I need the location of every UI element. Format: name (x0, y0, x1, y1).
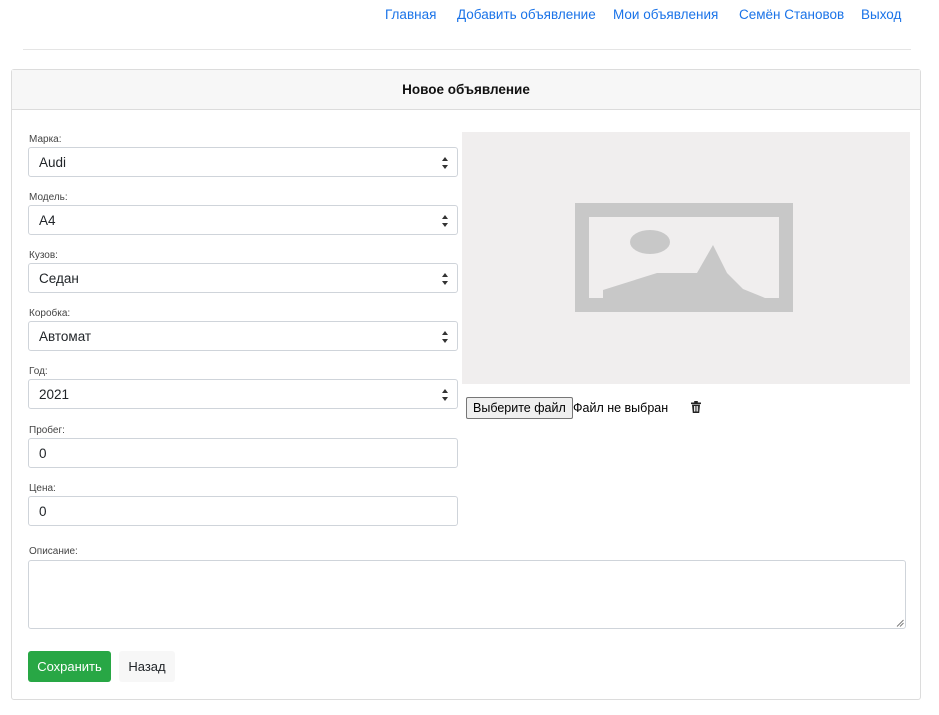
back-button[interactable]: Назад (119, 651, 175, 682)
select-arrows-icon (442, 215, 448, 227)
select-arrows-icon (442, 331, 448, 343)
file-status-text: Файл не выбран (573, 401, 669, 415)
price-value: 0 (39, 503, 47, 519)
select-arrows-icon (442, 273, 448, 285)
model-value: A4 (39, 212, 56, 228)
year-select[interactable]: 2021 (28, 379, 458, 409)
nav-my-listings-link[interactable]: Мои объявления (613, 7, 718, 22)
resize-grip-icon[interactable] (896, 619, 904, 627)
trash-icon[interactable] (690, 401, 702, 413)
brand-label: Марка: (29, 134, 62, 145)
gearbox-label: Коробка: (29, 308, 71, 319)
gearbox-value: Автомат (39, 328, 92, 344)
top-nav: Главная Добавить объявление Мои объявлен… (0, 0, 939, 30)
body-select[interactable]: Седан (28, 263, 458, 293)
brand-value: Audi (39, 154, 67, 170)
description-label: Описание: (29, 546, 78, 557)
select-arrows-icon (442, 389, 448, 401)
model-select[interactable]: A4 (28, 205, 458, 235)
price-label: Цена: (29, 483, 56, 494)
nav-divider (23, 49, 911, 50)
nav-add-listing-link[interactable]: Добавить объявление (457, 7, 596, 22)
nav-home-link[interactable]: Главная (385, 7, 436, 22)
model-label: Модель: (29, 192, 68, 203)
description-textarea[interactable] (28, 560, 906, 629)
photo-preview (462, 132, 910, 384)
brand-select[interactable]: Audi (28, 147, 458, 177)
select-arrows-icon (442, 157, 448, 169)
year-value: 2021 (39, 386, 70, 402)
body-label: Кузов: (29, 250, 58, 261)
card-title: Новое объявление (402, 82, 530, 97)
mileage-label: Пробег: (29, 425, 65, 436)
nav-logout-link[interactable]: Выход (861, 7, 901, 22)
year-label: Год: (29, 366, 48, 377)
mileage-input[interactable]: 0 (28, 438, 458, 468)
mileage-value: 0 (39, 445, 47, 461)
card-header: Новое объявление (12, 70, 920, 110)
nav-user-link[interactable]: Семён Становов (739, 7, 844, 22)
choose-file-button[interactable]: Выберите файл (466, 397, 573, 419)
price-input[interactable]: 0 (28, 496, 458, 526)
save-button[interactable]: Сохранить (28, 651, 111, 682)
new-listing-card: Новое объявление Марка: Audi Модель: A4 … (11, 69, 921, 700)
image-placeholder-icon (575, 203, 793, 312)
body-value: Седан (39, 270, 79, 286)
gearbox-select[interactable]: Автомат (28, 321, 458, 351)
